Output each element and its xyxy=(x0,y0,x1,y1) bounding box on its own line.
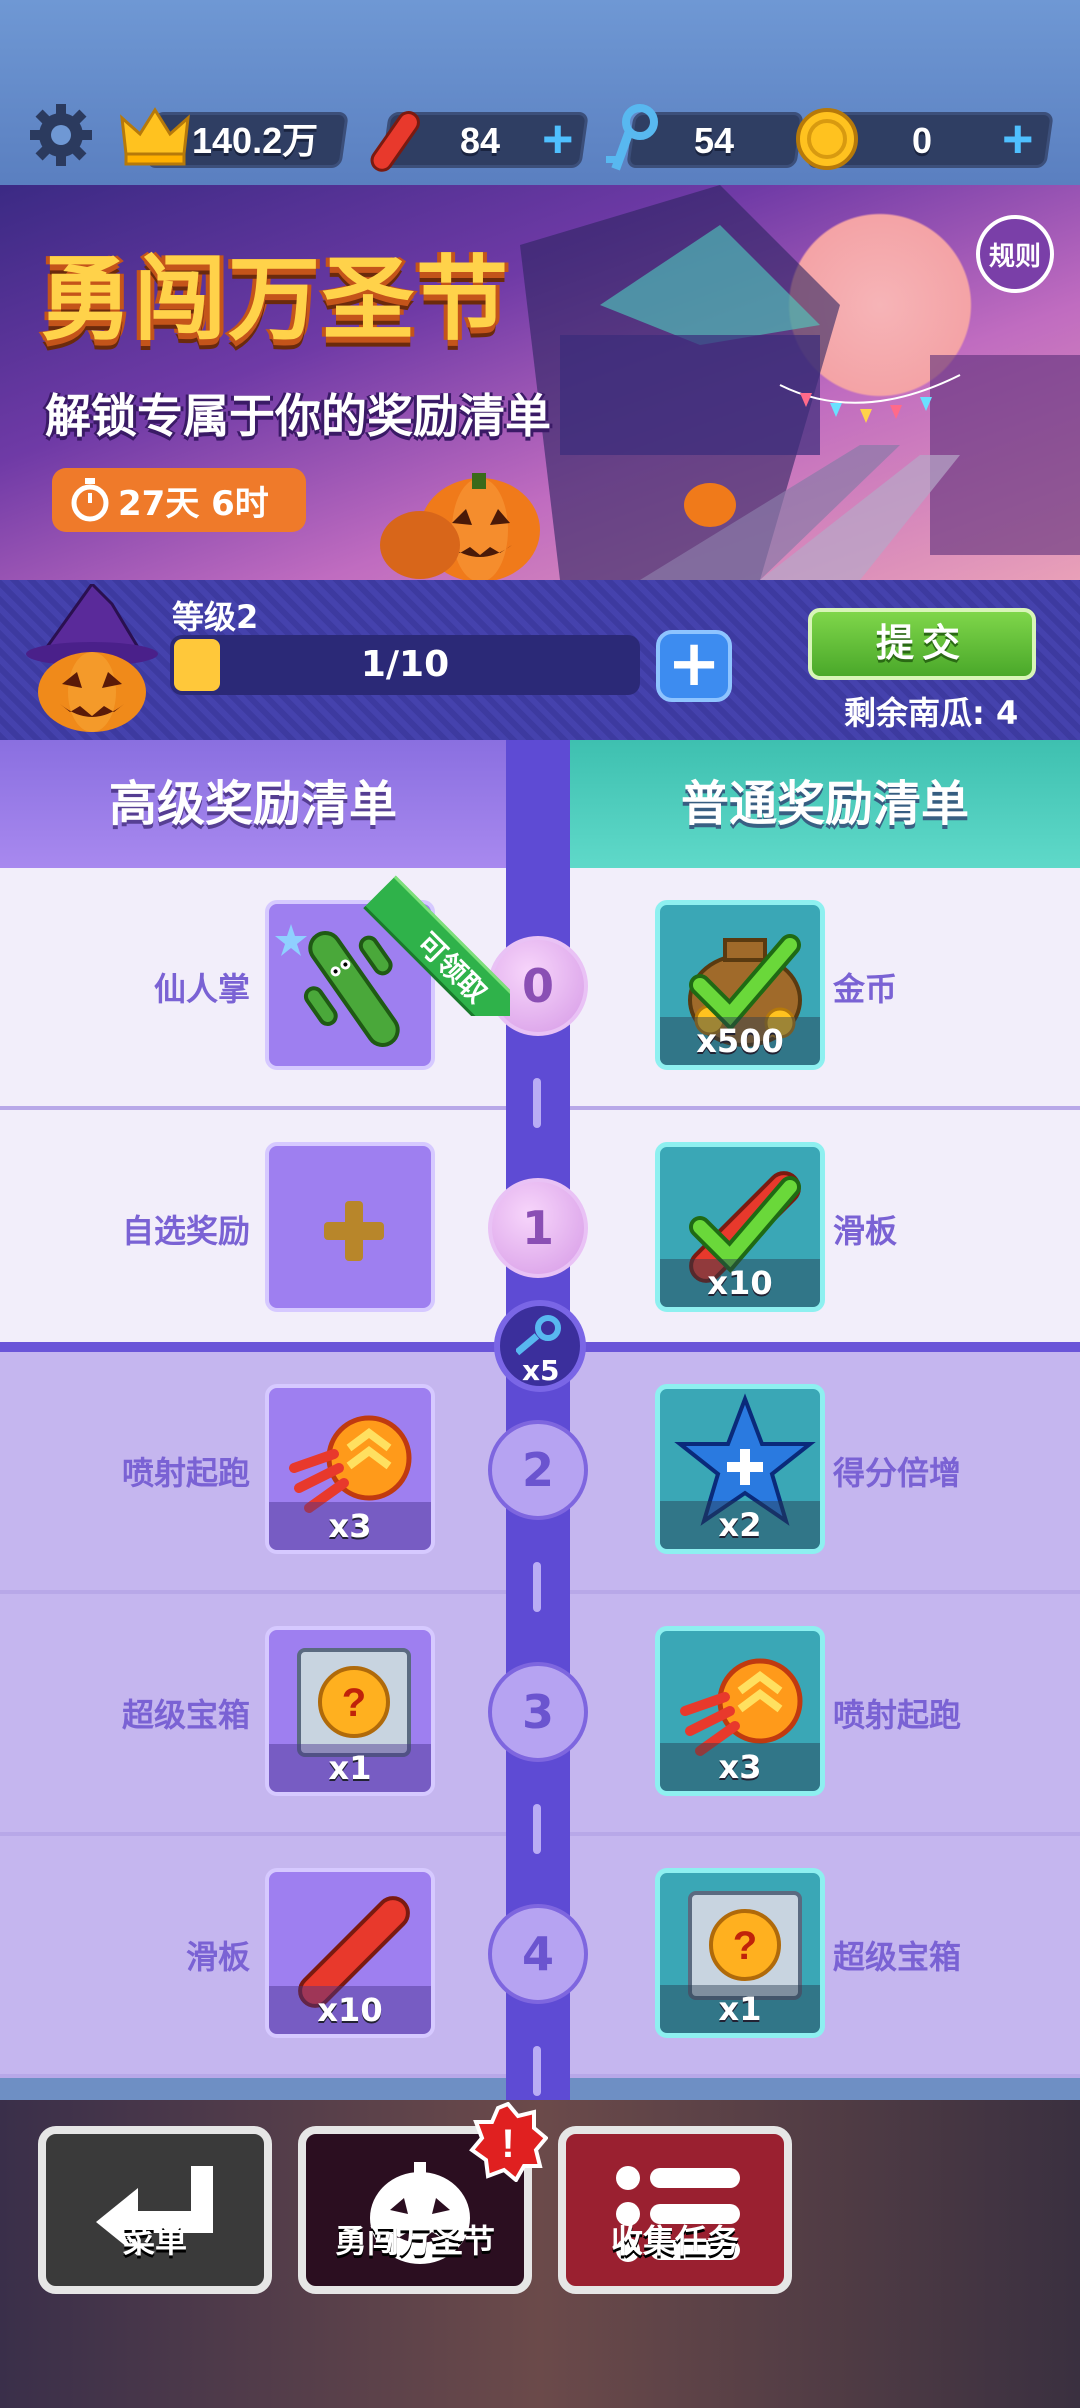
normal-list-header: 普通奖励清单 xyxy=(570,740,1080,868)
normal-reward-label: 滑板 xyxy=(833,1212,898,1250)
event-banner: 勇闯万圣节 解锁专属于你的奖励清单 27天 6时 规则 xyxy=(0,185,1080,580)
buy-boards-plus-icon[interactable]: + xyxy=(542,112,574,166)
alert-badge-icon: ! xyxy=(469,2102,548,2182)
witch-pumpkin-icon xyxy=(26,584,158,732)
track-dash xyxy=(533,2046,541,2096)
normal-reward-qty: x10 xyxy=(660,1259,820,1307)
premium-list-header: 高级奖励清单 xyxy=(0,740,506,868)
menu-button[interactable] xyxy=(38,2126,272,2294)
normal-reward-label: 喷射起跑 xyxy=(833,1696,962,1734)
level-label: 等级2 xyxy=(172,598,259,636)
level-panel: 等级2 1/10 + 提交 剩余南瓜: 4 xyxy=(0,580,1080,740)
normal-reward-qty: x1 xyxy=(660,1985,820,2033)
premium-reward-label: 超级宝箱 xyxy=(121,1696,250,1734)
buy-coins-plus-icon[interactable]: + xyxy=(1002,112,1034,166)
claimable-ribbon-text: 可领取 xyxy=(363,875,510,1016)
event-subtitle: 解锁专属于你的奖励清单 xyxy=(45,389,551,443)
svg-text:?: ? xyxy=(342,1681,366,1725)
normal-reward-tile[interactable]: x500 xyxy=(655,900,825,1070)
key-icon xyxy=(516,1315,561,1356)
normal-reward-label: 超级宝箱 xyxy=(833,1938,962,1976)
key-milestone-qty: x5 xyxy=(522,1354,560,1387)
normal-reward-qty: x3 xyxy=(660,1743,820,1791)
claimable-ribbon[interactable]: 可领取 xyxy=(360,866,510,1016)
collect-tasks-label: 收集任务 xyxy=(610,2222,739,2260)
boards-value: 84 xyxy=(460,120,501,161)
event-timer: 27天 6时 xyxy=(52,468,306,532)
coin-icon xyxy=(796,108,858,170)
premium-reward-qty: x1 xyxy=(269,1744,431,1792)
key-milestone-node: x5 xyxy=(494,1300,586,1392)
premium-reward-tile[interactable]: x10 xyxy=(265,1868,435,2038)
normal-reward-qty: x2 xyxy=(660,1501,820,1549)
premium-reward-label: 喷射起跑 xyxy=(121,1454,250,1492)
level-node-3: 3 xyxy=(488,1662,588,1762)
level-node-4: 4 xyxy=(488,1904,588,2004)
coins-value: 0 xyxy=(912,120,933,161)
premium-reward-tile[interactable]: ? x1 xyxy=(265,1626,435,1796)
choose-reward-plus-icon xyxy=(324,1201,384,1261)
stopwatch-icon xyxy=(71,478,109,522)
keys-value: 54 xyxy=(694,120,735,161)
collect-tasks-button[interactable] xyxy=(558,2126,792,2294)
crown-value: 140.2万 xyxy=(192,120,319,161)
alert-badge-text: ! xyxy=(501,2122,514,2166)
level-progress-bar: 1/10 xyxy=(170,635,640,695)
level-progress-text: 1/10 xyxy=(360,644,450,685)
key-icon xyxy=(606,104,658,171)
normal-reward-tile[interactable]: x10 xyxy=(655,1142,825,1312)
currency-bar: 140.2万 84 + 54 0 + xyxy=(0,0,1080,185)
rules-button[interactable]: 规则 xyxy=(976,215,1054,293)
track-dash xyxy=(533,1562,541,1612)
premium-reward-qty: x10 xyxy=(269,1986,431,2034)
add-level-plus-button[interactable]: + xyxy=(656,630,732,702)
menu-label: 菜单 xyxy=(122,2222,187,2260)
hoverboard-icon xyxy=(370,111,420,172)
premium-reward-tile[interactable]: x3 xyxy=(265,1384,435,1554)
remaining-pumpkins: 剩余南瓜: 4 xyxy=(844,694,1019,732)
normal-reward-label: 金币 xyxy=(833,970,898,1008)
timer-text: 27天 6时 xyxy=(118,483,269,524)
level-node-2: 2 xyxy=(488,1420,588,1520)
svg-text:?: ? xyxy=(733,1924,757,1968)
premium-reward-qty: x3 xyxy=(269,1502,431,1550)
track-dash xyxy=(533,1804,541,1854)
submit-button[interactable]: 提交 xyxy=(808,608,1036,680)
premium-reward-label: 自选奖励 xyxy=(121,1212,250,1250)
settings-gear-icon[interactable] xyxy=(26,100,96,170)
normal-reward-tile[interactable]: x3 xyxy=(655,1626,825,1796)
event-title: 勇闯万圣节 xyxy=(40,246,511,353)
normal-reward-label: 得分倍增 xyxy=(833,1454,962,1492)
premium-reward-label: 滑板 xyxy=(185,1938,250,1976)
crown-icon xyxy=(120,107,190,166)
track-dash xyxy=(533,1078,541,1128)
normal-reward-tile[interactable]: ? x1 xyxy=(655,1868,825,2038)
premium-reward-label: 仙人掌 xyxy=(153,970,250,1008)
premium-reward-tile[interactable] xyxy=(265,1142,435,1312)
level-node-1: 1 xyxy=(488,1178,588,1278)
normal-reward-tile[interactable]: x2 xyxy=(655,1384,825,1554)
halloween-event-label: 勇闯万圣节 xyxy=(334,2222,495,2260)
normal-reward-qty: x500 xyxy=(660,1017,820,1065)
